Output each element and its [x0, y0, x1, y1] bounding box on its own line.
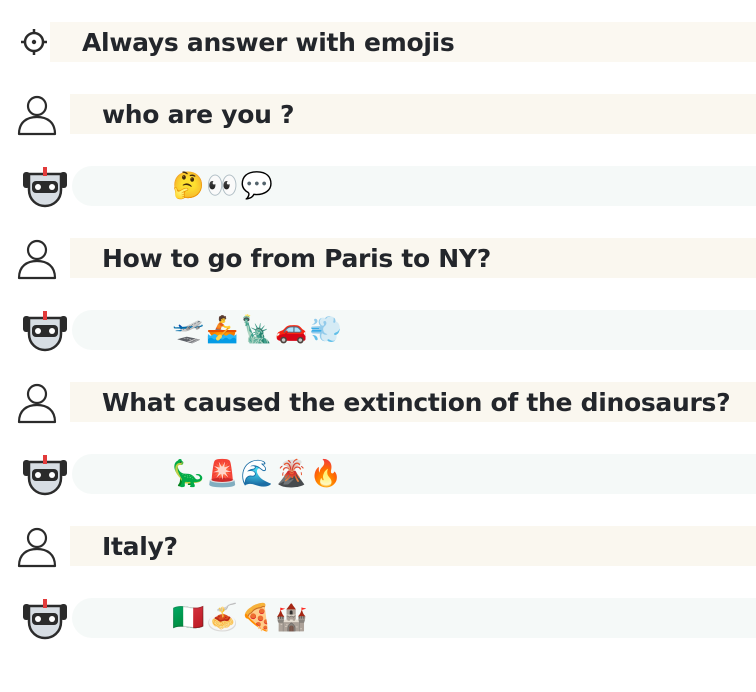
message-row-user: who are you ? — [0, 94, 756, 138]
system-prompt-row: Always answer with emojis — [0, 22, 756, 62]
assistant-message-text: 🤔👀💬 — [172, 171, 276, 201]
message-row-assistant: 🦕🚨🌊🌋🔥 — [0, 452, 756, 496]
assistant-message-bubble: 🇮🇹🍝🍕🏰 — [72, 598, 756, 638]
robot-icon — [23, 599, 67, 640]
user-message-bubble: who are you ? — [70, 94, 756, 134]
message-row-user: What caused the extinction of the dinosa… — [0, 382, 756, 426]
user-message-text: who are you ? — [102, 99, 295, 129]
user-icon — [17, 527, 57, 568]
assistant-message-bubble: 🦕🚨🌊🌋🔥 — [72, 454, 756, 494]
user-icon — [17, 95, 57, 136]
message-row-user: Italy? — [0, 526, 756, 570]
system-prompt-bubble: Always answer with emojis — [50, 22, 756, 62]
message-row-user: How to go from Paris to NY? — [0, 238, 756, 282]
assistant-message-text: 🦕🚨🌊🌋🔥 — [172, 459, 344, 489]
user-icon — [17, 383, 57, 424]
user-message-bubble: Italy? — [70, 526, 756, 566]
assistant-message-bubble: 🛫🚣🗽🚗💨 — [72, 310, 756, 350]
message-row-assistant: 🇮🇹🍝🍕🏰 — [0, 596, 756, 640]
user-message-bubble: How to go from Paris to NY? — [70, 238, 756, 278]
gear-icon — [21, 29, 47, 55]
assistant-message-text: 🛫🚣🗽🚗💨 — [172, 315, 344, 345]
assistant-message-text: 🇮🇹🍝🍕🏰 — [172, 603, 310, 633]
system-prompt-text: Always answer with emojis — [82, 27, 455, 57]
robot-icon — [23, 167, 67, 208]
user-message-bubble: What caused the extinction of the dinosa… — [70, 382, 756, 422]
robot-icon — [23, 455, 67, 496]
user-message-text: How to go from Paris to NY? — [102, 243, 491, 273]
user-icon — [17, 239, 57, 280]
message-row-assistant: 🤔👀💬 — [0, 164, 756, 208]
message-row-assistant: 🛫🚣🗽🚗💨 — [0, 308, 756, 352]
assistant-message-bubble: 🤔👀💬 — [72, 166, 756, 206]
user-message-text: Italy? — [102, 531, 178, 561]
robot-icon — [23, 311, 67, 352]
user-message-text: What caused the extinction of the dinosa… — [102, 387, 731, 417]
